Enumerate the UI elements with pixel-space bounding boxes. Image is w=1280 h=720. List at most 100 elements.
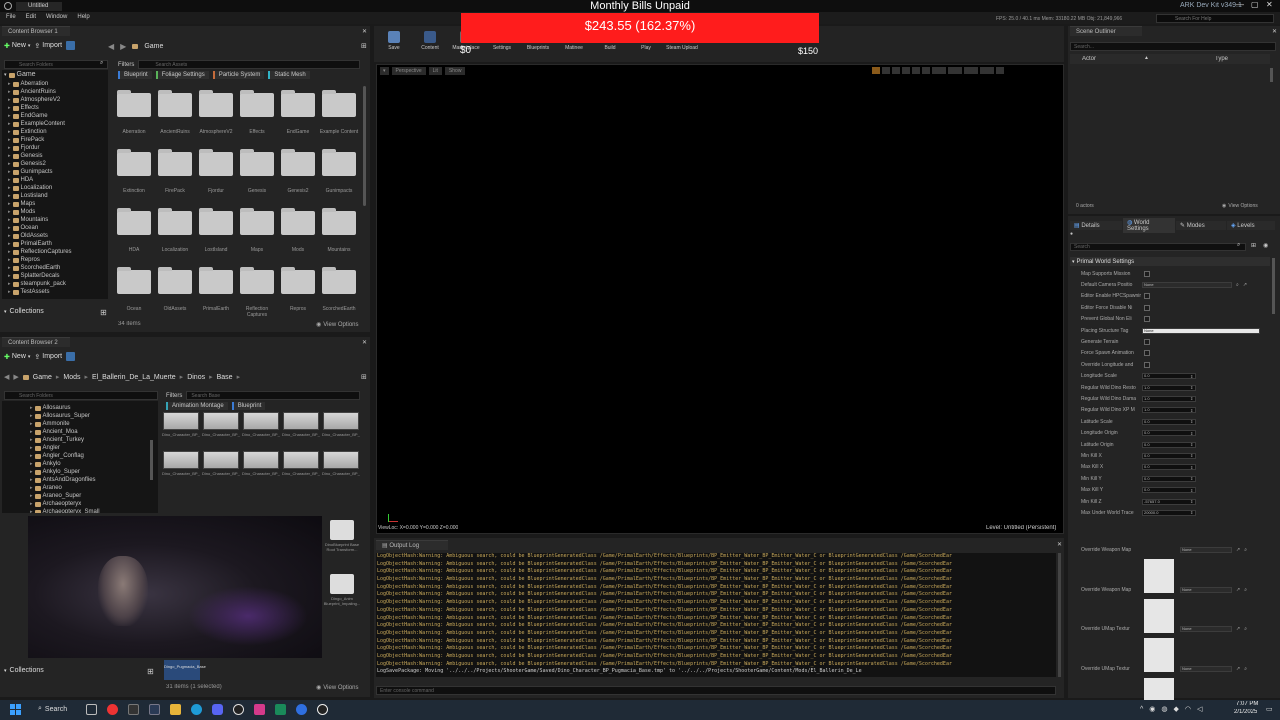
details-browse-icon[interactable]: ⌕ <box>1244 547 1247 553</box>
app-obs-icon[interactable] <box>233 704 244 715</box>
cb1-folder-tile[interactable]: Localization <box>155 206 195 262</box>
spinner-icon[interactable]: ⇕ <box>1190 510 1193 515</box>
cb2-asset-tile[interactable]: Dino_Character_BP_DivingFlyer_... <box>242 412 280 450</box>
tray-app-icon[interactable]: ◉ <box>1149 705 1155 713</box>
cb2-tree-item[interactable]: ▸ Ankylo <box>30 460 158 468</box>
cb1-tree-item[interactable]: ▸ ExampleContent <box>8 120 108 128</box>
cb2-tree-item[interactable]: ▸ Ammonite <box>30 420 158 428</box>
viewport[interactable] <box>376 64 1064 534</box>
cb1-folder-tile[interactable]: Genesis <box>237 147 277 203</box>
details-property-number[interactable]: 0.0 <box>1142 475 1196 482</box>
app-pad-icon[interactable] <box>149 704 160 715</box>
outliner-search-input[interactable]: Search... <box>1070 42 1276 51</box>
details-browse-icon[interactable]: ⌕ <box>1244 666 1247 672</box>
cb2-asset-tile[interactable]: Dino_Character_BP_Climber_... <box>162 412 200 450</box>
cb1-tree-item[interactable]: ▸ Effects <box>8 104 108 112</box>
spinner-icon[interactable]: ⇕ <box>1190 374 1193 379</box>
details-property-checkbox[interactable] <box>1144 293 1150 300</box>
cb2-path-game[interactable]: Game <box>33 374 52 381</box>
cb1-folder-tile[interactable]: EndGame <box>278 88 318 144</box>
cb2-asset-tile[interactable]: Dino_Character_BP_Pugmacia <box>242 451 280 489</box>
app-red-icon[interactable] <box>107 704 118 715</box>
content-browser-1-close-icon[interactable]: ✕ <box>362 28 367 35</box>
cb2-filters-button[interactable]: Filters <box>166 393 182 399</box>
cb1-filter-chip-foliage[interactable]: Foliage Settings <box>155 71 209 79</box>
cb1-folder-tile[interactable]: Effects <box>237 88 277 144</box>
cb2-path-dinos[interactable]: Dinos <box>187 374 205 381</box>
cb1-filter-chip-blueprint[interactable]: Blueprint <box>118 71 152 79</box>
spinner-icon[interactable]: ⇕ <box>1190 385 1193 390</box>
cb1-folder-tile[interactable]: AncientRuins <box>155 88 195 144</box>
cb2-side-asset-tile[interactable]: DinoBlueprint Base Root Transform... <box>322 516 362 568</box>
menu-window[interactable]: Window <box>46 14 67 20</box>
details-property-number[interactable]: 1.0 <box>1142 395 1196 402</box>
cb2-tree-item[interactable]: ▸ AntsAndDragonflies <box>30 476 158 484</box>
outliner-view-options-button[interactable]: ◉ View Options <box>1222 203 1258 209</box>
details-browse-icon[interactable]: ⌕ <box>1236 282 1239 288</box>
details-browse-icon[interactable]: ⌕ <box>1244 587 1247 593</box>
cb1-folder-tile[interactable]: Ocean <box>114 265 154 321</box>
details-property-checkbox[interactable] <box>1144 304 1150 311</box>
cb1-tree-item[interactable]: ▸ Repros <box>8 256 108 264</box>
tab-modes[interactable]: ✎ Modes <box>1176 221 1226 230</box>
details-grid-icon[interactable]: ⊞ <box>1251 242 1256 249</box>
cb1-tree-item[interactable]: ▸ Genesis <box>8 152 108 160</box>
tab-levels[interactable]: ◈ Levels <box>1227 221 1275 230</box>
scale-icon[interactable] <box>902 67 910 74</box>
cb1-folder-tile[interactable]: Fjordur <box>196 147 236 203</box>
cb1-tree-item[interactable]: ▸ ReflectionCaptures <box>8 248 108 256</box>
cb1-folder-tile[interactable]: Gunimpacts <box>319 147 359 203</box>
cb2-lock-icon[interactable]: ⊞ <box>361 373 367 381</box>
cb2-side-asset-tile[interactable]: Dingo_Anim Blueprint_Impaling... <box>322 570 362 622</box>
taskview-icon[interactable] <box>86 704 97 715</box>
details-property-number[interactable]: 1.0 <box>1142 384 1196 391</box>
cb2-forward-icon[interactable]: ▶ <box>13 373 18 381</box>
spinner-icon[interactable]: ⇕ <box>1190 453 1193 458</box>
cb1-folder-tile[interactable]: AtmosphereV2 <box>196 88 236 144</box>
cb2-import-button[interactable]: ⇪ Import <box>34 353 62 361</box>
tab-details[interactable]: ▤ Details <box>1070 221 1122 230</box>
details-property-checkbox[interactable] <box>1144 270 1150 277</box>
cb1-tree-item[interactable]: ▸ Genesis2 <box>8 160 108 168</box>
viewport-perspective-button[interactable]: Perspective <box>391 67 426 75</box>
spinner-icon[interactable]: ⇕ <box>1190 476 1193 481</box>
details-asset-picker[interactable]: None <box>1180 586 1232 593</box>
cb1-tree-item[interactable]: ▸ EndGame <box>8 112 108 120</box>
app-edge-icon[interactable] <box>191 704 202 715</box>
cb2-filter-chip-blueprint[interactable]: Blueprint <box>231 402 266 410</box>
cb1-tree-item[interactable]: ▸ PrimalEarth <box>8 240 108 248</box>
window-minimize-button[interactable]: — <box>1236 0 1244 9</box>
cb2-tree-item[interactable]: ▸ Ankylo_Super <box>30 468 158 476</box>
cb2-view-options-button[interactable]: ◉ View Options <box>316 684 359 692</box>
tray-app-icon[interactable]: ◍ <box>1161 705 1167 713</box>
details-use-icon[interactable]: ↗ <box>1236 547 1240 553</box>
details-lock-icon[interactable]: ● <box>1070 231 1073 237</box>
tab-scene-outliner[interactable]: Scene Outliner <box>1070 26 1142 36</box>
menu-help[interactable]: Help <box>77 14 89 20</box>
cb2-back-icon[interactable]: ◀ <box>4 373 9 381</box>
spinner-icon[interactable]: ⇕ <box>1190 431 1193 436</box>
spinner-icon[interactable]: ⇕ <box>1190 442 1193 447</box>
cb1-tree-item[interactable]: ▸ Mountains <box>8 216 108 224</box>
rotation-snap-icon[interactable] <box>948 67 962 74</box>
cb2-asset-tile[interactable]: Dino_Character_BP_Pack_pugmacia <box>202 451 240 489</box>
details-browse-icon[interactable]: ⌕ <box>1244 626 1247 632</box>
taskbar-search[interactable]: ⌕ Search <box>38 705 67 713</box>
cb1-search-assets-input[interactable]: Search Assets <box>138 60 361 69</box>
cb1-folder-tile[interactable]: HDA <box>114 206 154 262</box>
spinner-icon[interactable]: ⇕ <box>1190 465 1193 470</box>
tray-app-icon[interactable]: ◆ <box>1174 705 1179 713</box>
cb2-tree-item[interactable]: ▸ Archaeopteryx_Small <box>30 508 158 513</box>
cb1-tree-item[interactable]: ▸ Maps <box>8 200 108 208</box>
cb1-tree-item[interactable]: ▸ Localization <box>8 184 108 192</box>
cb1-folder-tile[interactable]: Aberration <box>114 88 154 144</box>
tab-output-log[interactable]: ▤ Output Log <box>376 540 448 550</box>
viewport-lit-button[interactable]: Lit <box>428 67 442 75</box>
cb1-tree-item[interactable]: ▸ AncientRuins <box>8 88 108 96</box>
cb1-scrollbar[interactable] <box>363 86 366 206</box>
cb2-tree-item[interactable]: ▸ Araneo_Super <box>30 492 158 500</box>
translate-icon[interactable] <box>882 67 890 74</box>
menu-edit[interactable]: Edit <box>26 14 36 20</box>
app-green-icon[interactable] <box>275 704 286 715</box>
cb2-tree-item[interactable]: ▸ Ancient_Turkey <box>30 436 158 444</box>
